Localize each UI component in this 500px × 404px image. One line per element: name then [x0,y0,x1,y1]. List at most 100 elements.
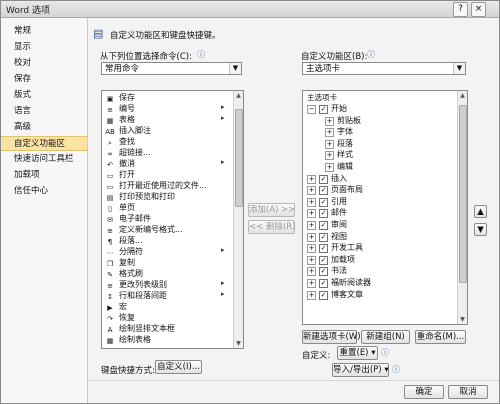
scroll-up-icon[interactable]: ▲ [458,91,467,100]
ribbon-tree-item[interactable]: + ✓ 邮件 [307,207,347,219]
ribbon-tree-item[interactable]: + ✓ 福昕阅读器 [307,277,371,288]
scroll-thumb[interactable] [459,105,467,283]
expand-icon[interactable]: + [307,209,316,219]
nav-item[interactable]: 显示 [1,40,87,55]
expand-icon[interactable]: + [307,244,316,254]
ribbon-tree-item[interactable]: + ✓ 加载项 [307,254,355,265]
checkbox-checked-icon[interactable]: ✓ [319,255,328,265]
expand-icon[interactable]: + [307,255,316,265]
expand-icon[interactable]: + [307,267,316,277]
import-export-button[interactable]: 导入/导出(P) ▾ [332,363,389,377]
rename-button[interactable]: 重命名(M)... [415,330,466,344]
expand-icon[interactable]: + [325,139,334,149]
command-list-item[interactable]: ❐ 复制 [105,257,135,268]
checkbox-checked-icon[interactable]: ✓ [319,232,328,242]
customize-shortcuts-button[interactable]: 自定义(I)... [155,360,202,374]
nav-item[interactable]: 信任中心 [1,184,87,199]
command-list-item[interactable]: ↕ 行和段落间距 [105,290,167,301]
checkbox-checked-icon[interactable]: ✓ [319,105,328,114]
help-icon[interactable]: ? [453,2,468,17]
command-list-item[interactable]: A 绘制竖排文本框 [105,323,175,334]
commands-scrollbar[interactable]: ▲ ▼ [233,91,243,348]
nav-item[interactable]: 校对 [1,56,87,71]
checkbox-checked-icon[interactable]: ✓ [319,267,328,277]
chevron-down-icon[interactable]: ▼ [229,63,241,74]
ribbon-tree-item[interactable]: + ✓ 博客文章 [307,289,363,300]
remove-button[interactable]: << 删除(R) [248,220,296,234]
nav-item[interactable]: 版式 [1,88,87,103]
checkbox-checked-icon[interactable]: ✓ [319,174,328,184]
command-list-item[interactable]: ⌕ 查找 [105,136,135,147]
move-down-button[interactable]: ▼ [474,223,487,236]
close-icon[interactable]: × [471,2,486,17]
command-list-item[interactable]: ↷ 恢复 [105,312,135,323]
customize-ribbon-combo[interactable]: 主选项卡 ▼ [302,62,466,75]
expand-icon[interactable]: + [307,290,316,300]
command-list-item[interactable]: ▶ 宏 [105,301,127,312]
command-list-item[interactable]: ✉ 电子邮件 [105,213,151,224]
expand-icon[interactable]: + [307,186,316,196]
expand-icon[interactable]: + [325,151,334,161]
command-list-item[interactable]: ▭ 打开最近使用过的文件... [105,180,207,191]
nav-item[interactable]: 快速访问工具栏 [1,152,87,167]
expand-icon[interactable]: + [307,232,316,242]
checkbox-checked-icon[interactable]: ✓ [319,244,328,254]
scroll-thumb[interactable] [235,109,243,207]
ribbon-tree-item[interactable]: + ✓ 审阅 [307,219,347,230]
cancel-button[interactable]: 取消 [448,385,488,399]
command-list-item[interactable]: ▭ 打开 [105,169,135,180]
ribbon-tree-item[interactable]: + ✓ 引用 [307,196,347,207]
command-list-item[interactable]: ▦ 表格 [105,114,135,125]
ribbon-tree-item[interactable]: + ✓ 开发工具 [307,242,363,254]
nav-item[interactable]: 保存 [1,72,87,87]
scroll-down-icon[interactable]: ▼ [458,315,467,324]
ribbon-tree-item[interactable]: − ✓ 开始 [307,103,347,114]
checkbox-checked-icon[interactable]: ✓ [319,209,328,219]
ribbon-tree-item[interactable]: + 样式 [325,149,353,161]
ribbon-tree-item[interactable]: + ✓ 页面布局 [307,184,363,196]
expand-icon[interactable]: + [325,163,334,172]
ribbon-tree-item[interactable]: + 编辑 [325,161,353,172]
command-list-item[interactable]: ▤ 打印预览和打印 [105,191,175,202]
ribbon-tree-item[interactable]: + 字体 [325,126,353,138]
nav-item[interactable]: 高级 [1,120,87,135]
tree-scrollbar[interactable]: ▲ ▼ [457,91,467,324]
commands-list[interactable]: ▲ ▼ ▣ 保存 ≡ 编号 ▸ ▦ 表格 ▸ AB 插入脚注 ⌕ 查找 ∞ 超链接... ↶ 撤消 ▸ ▭ 打开 ▭ 打… [101,90,244,349]
expand-icon[interactable]: + [325,116,334,126]
nav-item[interactable]: 自定义功能区 [1,136,87,151]
ribbon-tree-item[interactable]: + ✓ 视图 [307,231,347,242]
command-list-item[interactable]: ⋯ 分隔符 [105,246,144,257]
checkbox-checked-icon[interactable]: ✓ [319,186,328,196]
checkbox-checked-icon[interactable]: ✓ [319,279,328,288]
expand-icon[interactable]: + [307,197,316,207]
scroll-up-icon[interactable]: ▲ [234,91,243,100]
new-tab-button[interactable]: 新建选项卡(W) [302,330,361,344]
nav-item[interactable]: 常规 [1,24,87,39]
ok-button[interactable]: 确定 [404,385,444,399]
command-list-item[interactable]: ✎ 格式刷 [105,268,143,279]
command-list-item[interactable]: ≡ 编号 [105,103,135,114]
checkbox-checked-icon[interactable]: ✓ [319,290,328,300]
choose-commands-combo[interactable]: 常用命令 ▼ [101,62,242,75]
expand-icon[interactable]: + [307,221,316,230]
ribbon-tree-item[interactable]: + 剪贴板 [325,115,361,126]
ribbon-tree-item[interactable]: + ✓ 插入 [307,173,347,184]
new-group-button[interactable]: 新建组(N) [361,330,410,344]
command-list-item[interactable]: ▣ 保存 [105,92,135,103]
checkbox-checked-icon[interactable]: ✓ [319,197,328,207]
expand-icon[interactable]: + [307,279,316,288]
collapse-icon[interactable]: − [307,105,316,114]
command-list-item[interactable]: ▦ 绘制表格 [105,334,151,345]
command-list-item[interactable]: ≡ 更改列表级别 [105,279,167,290]
command-list-item[interactable]: ≡ 定义新编号格式... [105,224,183,235]
checkbox-checked-icon[interactable]: ✓ [319,221,328,230]
command-list-item[interactable]: ∞ 超链接... [105,147,151,158]
command-list-item[interactable]: ¶ 段落... [105,235,143,246]
expand-icon[interactable]: + [325,128,334,138]
ribbon-tabs-tree[interactable]: 主选项卡 ▲ ▼ − ✓ 开始 + 剪贴板 + 字体 + 段落 + 样式 + 编辑 + ✓ 插入 + ✓ 页面布局 +… [302,90,468,325]
expand-icon[interactable]: + [307,174,316,184]
move-up-button[interactable]: ▲ [474,205,487,218]
command-list-item[interactable]: ↶ 撤消 [105,158,135,169]
chevron-down-icon[interactable]: ▼ [453,63,465,74]
scroll-down-icon[interactable]: ▼ [234,339,243,348]
